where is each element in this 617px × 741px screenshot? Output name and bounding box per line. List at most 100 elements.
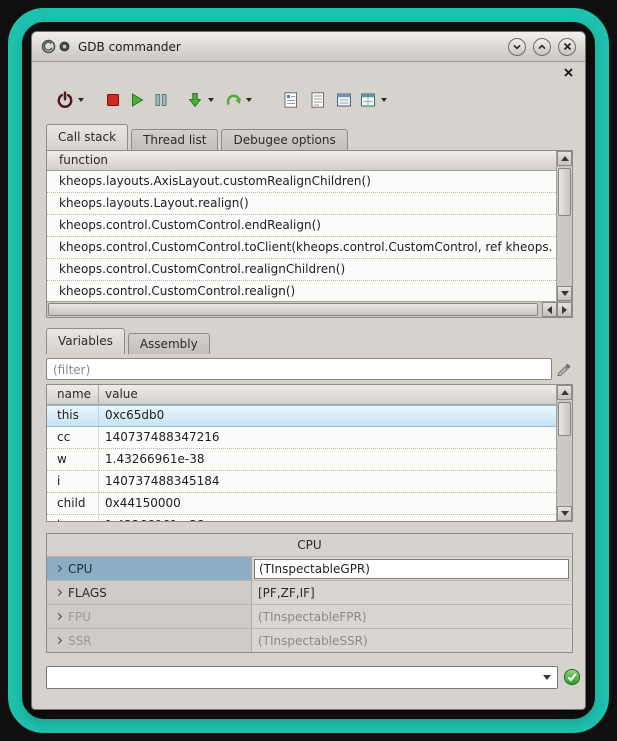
cpu-row[interactable]: CPU (TInspectableGPR) bbox=[47, 556, 572, 580]
run-button[interactable] bbox=[126, 87, 148, 113]
cpu-row[interactable]: SSR (TInspectableSSR) bbox=[47, 628, 572, 652]
expander-icon[interactable] bbox=[55, 613, 62, 620]
variable-row[interactable]: b 1.43266961e-38 bbox=[47, 515, 556, 521]
minimize-button[interactable] bbox=[508, 38, 526, 56]
callstack-rows: kheops.layouts.AxisLayout.customRealignC… bbox=[47, 171, 556, 301]
close-button[interactable] bbox=[558, 38, 576, 56]
continue-dropdown[interactable] bbox=[244, 87, 254, 113]
cpu-row-name[interactable]: SSR bbox=[47, 629, 252, 652]
document-lines-icon bbox=[309, 91, 327, 109]
cpu-value-editor[interactable]: (TInspectableGPR) bbox=[254, 559, 569, 579]
arrow-down-icon bbox=[561, 291, 569, 296]
tab-variables[interactable]: Variables bbox=[46, 328, 125, 354]
scrollbar-thumb[interactable] bbox=[558, 168, 571, 216]
column-header-name[interactable]: name bbox=[47, 385, 99, 405]
variable-value: 1.43266961e-38 bbox=[99, 515, 556, 521]
arrow-up-icon bbox=[561, 156, 569, 161]
window-title: GDB commander bbox=[78, 40, 181, 54]
memory-dropdown[interactable] bbox=[379, 87, 389, 113]
variable-row[interactable]: w 1.43266961e-38 bbox=[47, 449, 556, 471]
scroll-right-button[interactable] bbox=[557, 302, 572, 317]
cpu-row-value-cell: (TInspectableGPR) bbox=[252, 557, 572, 580]
scrollbar-thumb[interactable] bbox=[48, 303, 538, 316]
scroll-up-button[interactable] bbox=[557, 151, 572, 166]
callstack-vertical-scrollbar[interactable] bbox=[556, 151, 572, 301]
app-icon[interactable] bbox=[41, 39, 56, 54]
titlebar[interactable]: GDB commander bbox=[32, 32, 585, 62]
cpu-row-label: CPU bbox=[68, 562, 92, 576]
variable-value: 140737488347216 bbox=[99, 427, 556, 448]
callstack-function-header[interactable]: function bbox=[47, 151, 556, 171]
tab-assembly[interactable]: Assembly bbox=[128, 333, 210, 354]
callstack-row[interactable]: kheops.layouts.Layout.realign() bbox=[47, 193, 556, 215]
callstack-header-label: function bbox=[59, 153, 108, 167]
variable-row[interactable]: i 140737488345184 bbox=[47, 471, 556, 493]
variable-value: 0xc65db0 bbox=[99, 406, 556, 426]
scroll-left-button[interactable] bbox=[542, 302, 557, 317]
scroll-down-button[interactable] bbox=[557, 506, 572, 521]
variable-value: 140737488345184 bbox=[99, 471, 556, 492]
app-badge-icon bbox=[59, 41, 70, 52]
debug-toolbar bbox=[48, 84, 389, 116]
cpu-row-name[interactable]: FLAGS bbox=[47, 581, 252, 604]
callstack-row[interactable]: kheops.control.CustomControl.endRealign(… bbox=[47, 215, 556, 237]
tab-call-stack[interactable]: Call stack bbox=[46, 124, 128, 150]
scroll-up-button[interactable] bbox=[557, 385, 572, 400]
combo-dropdown-button[interactable] bbox=[537, 667, 557, 688]
debugger-tabs: Call stack Thread list Debugee options bbox=[46, 124, 351, 150]
cpu-row-label: FLAGS bbox=[68, 586, 107, 600]
stop-icon bbox=[104, 91, 122, 109]
cpu-panel-title: CPU bbox=[47, 534, 572, 556]
dropdown-arrow-icon bbox=[543, 675, 551, 680]
chevron-up-icon bbox=[537, 42, 547, 52]
cpu-row-value: (TInspectableFPR) bbox=[252, 605, 572, 628]
inspector-tabs: Variables Assembly bbox=[46, 328, 213, 354]
confirm-button[interactable] bbox=[563, 668, 581, 686]
tab-thread-list[interactable]: Thread list bbox=[131, 129, 218, 150]
filter-input[interactable] bbox=[47, 360, 551, 380]
arrow-left-icon bbox=[547, 306, 552, 314]
show-output-button[interactable] bbox=[307, 87, 329, 113]
variables-vertical-scrollbar[interactable] bbox=[556, 385, 572, 521]
cpu-row[interactable]: FPU (TInspectableFPR) bbox=[47, 604, 572, 628]
variable-row[interactable]: child 0x44150000 bbox=[47, 493, 556, 515]
cpu-row-name[interactable]: CPU bbox=[47, 557, 252, 580]
filter-pen-button[interactable] bbox=[555, 360, 572, 377]
callstack-row[interactable]: kheops.control.CustomControl.realign() bbox=[47, 281, 556, 301]
scrollbar-thumb[interactable] bbox=[558, 402, 571, 436]
scroll-down-button[interactable] bbox=[557, 286, 572, 301]
show-log-button[interactable] bbox=[280, 87, 302, 113]
column-header-value[interactable]: value bbox=[99, 385, 556, 405]
command-combobox[interactable] bbox=[46, 666, 558, 689]
variable-name: child bbox=[47, 493, 99, 514]
cpu-row[interactable]: FLAGS [PF,ZF,IF] bbox=[47, 580, 572, 604]
continue-button[interactable] bbox=[222, 87, 244, 113]
expander-icon[interactable] bbox=[55, 637, 62, 644]
cpu-row-name[interactable]: FPU bbox=[47, 605, 252, 628]
pause-button[interactable] bbox=[150, 87, 172, 113]
callstack-panel: function kheops.layouts.AxisLayout.custo… bbox=[46, 150, 573, 318]
variable-name: this bbox=[47, 406, 99, 426]
callstack-row[interactable]: kheops.layouts.AxisLayout.customRealignC… bbox=[47, 171, 556, 193]
dropdown-arrow-icon bbox=[78, 98, 84, 102]
variable-row[interactable]: this 0xc65db0 bbox=[47, 405, 556, 427]
callstack-horizontal-scrollbar[interactable] bbox=[47, 301, 572, 317]
power-button[interactable] bbox=[54, 87, 76, 113]
panel-close-button[interactable] bbox=[561, 65, 575, 79]
callstack-row[interactable]: kheops.control.CustomControl.toClient(kh… bbox=[47, 237, 556, 259]
maximize-button[interactable] bbox=[533, 38, 551, 56]
expander-icon[interactable] bbox=[55, 565, 62, 572]
show-memory-button[interactable] bbox=[357, 87, 379, 113]
variable-row[interactable]: cc 140737488347216 bbox=[47, 427, 556, 449]
step-dropdown[interactable] bbox=[206, 87, 216, 113]
show-registers-button[interactable] bbox=[333, 87, 355, 113]
step-button[interactable] bbox=[184, 87, 206, 113]
stop-button[interactable] bbox=[102, 87, 124, 113]
callstack-row[interactable]: kheops.control.CustomControl.realignChil… bbox=[47, 259, 556, 281]
expander-icon[interactable] bbox=[55, 589, 62, 596]
variable-value: 0x44150000 bbox=[99, 493, 556, 514]
arrow-down-icon bbox=[561, 511, 569, 516]
power-dropdown[interactable] bbox=[76, 87, 86, 113]
tab-debugee-options[interactable]: Debugee options bbox=[221, 129, 347, 150]
command-input[interactable] bbox=[47, 667, 537, 688]
